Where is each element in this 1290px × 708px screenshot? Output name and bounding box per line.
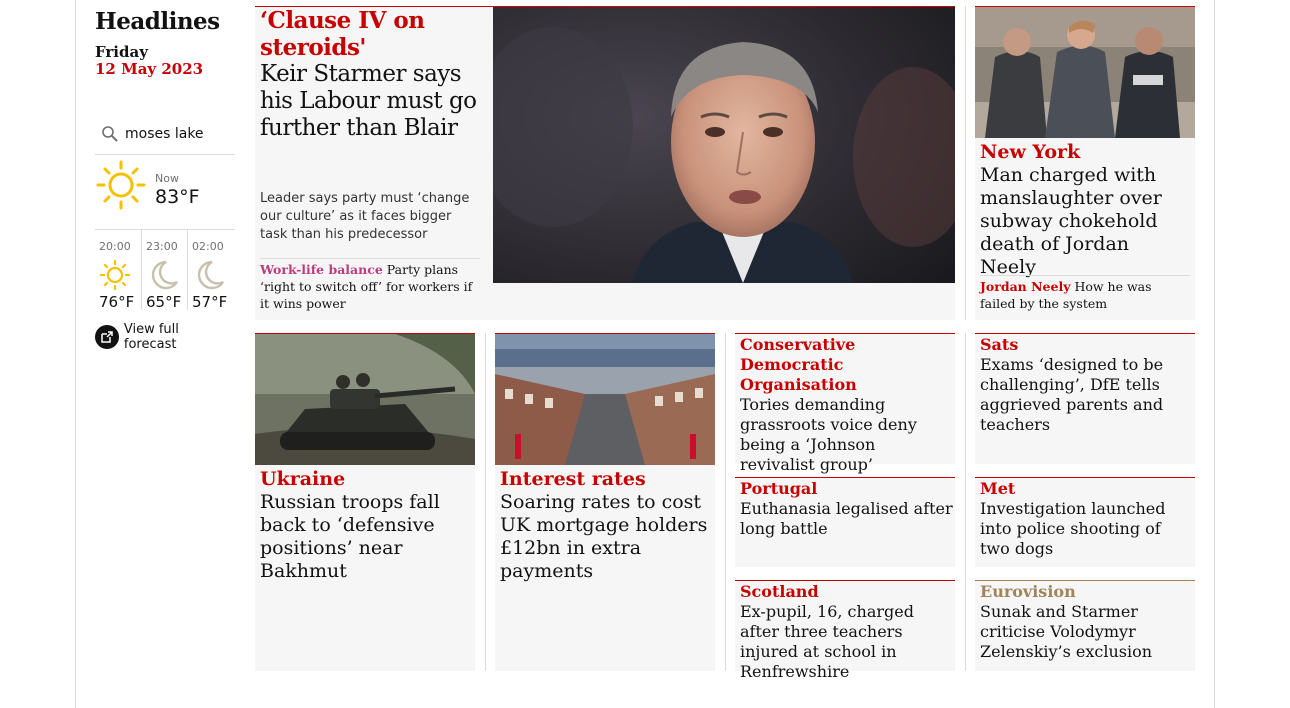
location-text: moses lake (125, 126, 204, 142)
story-headline[interactable]: Sunak and Starmer criticise Volodymyr Ze… (980, 602, 1195, 662)
starmer-photo[interactable] (493, 7, 955, 283)
story-kicker[interactable]: ‘Clause IV on steroids' (260, 7, 490, 61)
street-houses-photo[interactable] (495, 334, 715, 465)
story-headline[interactable]: Exams ‘designed to be challenging’, DfE … (980, 355, 1195, 435)
forecast-time: 23:00 (146, 240, 178, 253)
forecast-slot: 02:00 57°F (187, 230, 233, 311)
story-headline[interactable]: Russian troops fall back to ‘defensive p… (260, 491, 472, 583)
story-kicker[interactable]: Ukraine (260, 468, 472, 491)
story-kicker[interactable]: Interest rates (500, 468, 712, 491)
weather-now: Now 83°F (95, 154, 235, 230)
full-forecast-label: View full forecast (123, 322, 179, 352)
lead-story-card[interactable]: ‘Clause IV on steroids' Keir Starmer say… (255, 6, 955, 320)
story-card-scotland[interactable]: Scotland Ex-pupil, 16, charged after thr… (735, 580, 955, 681)
story-headline[interactable]: Soaring rates to cost UK mortgage holder… (500, 491, 712, 583)
forecast-temperature: 57°F (192, 293, 228, 311)
story-card-ukraine[interactable]: Ukraine Russian troops fall back to ‘def… (255, 333, 475, 671)
hourly-forecast: 20:00 76°F 23:00 65°F 02:00 57°F (95, 229, 235, 311)
story-headline[interactable]: Investigation launched into police shoot… (980, 499, 1195, 559)
column-divider (485, 333, 486, 671)
forecast-temperature: 65°F (146, 293, 182, 311)
moon-icon (197, 260, 225, 290)
external-link-icon (95, 325, 119, 349)
story-card-cdo[interactable]: Conservative Democratic Organisation Tor… (735, 333, 955, 474)
tank-photo[interactable] (255, 334, 475, 465)
new-york-photo[interactable] (975, 7, 1195, 138)
story-standfirst: Leader says party must ‘change our cultu… (260, 191, 470, 242)
story-kicker[interactable]: Eurovision (980, 582, 1195, 602)
story-kicker[interactable]: New York (980, 141, 1190, 164)
forecast-time: 02:00 (192, 240, 224, 253)
moon-icon (151, 260, 179, 290)
story-card-sats[interactable]: Sats Exams ‘designed to be challenging’,… (975, 333, 1195, 464)
now-label: Now (155, 172, 179, 185)
story-card-interest-rates[interactable]: Interest rates Soaring rates to cost UK … (495, 333, 715, 671)
now-temperature: 83°F (155, 186, 200, 208)
column-divider (965, 333, 966, 671)
related-story-link[interactable]: Work-life balance Party plans ‘right to … (260, 258, 480, 312)
related-kicker: Work-life balance (260, 262, 383, 277)
headlines-sidebar: Headlines Friday 12 May 2023 moses lake … (95, 8, 235, 352)
forecast-temperature: 76°F (99, 293, 135, 311)
story-kicker[interactable]: Met (980, 479, 1195, 499)
sun-icon (99, 259, 131, 291)
story-kicker[interactable]: Portugal (740, 479, 955, 499)
story-headline[interactable]: Tories demanding grassroots voice deny b… (740, 395, 955, 475)
sun-icon (96, 160, 146, 210)
story-kicker[interactable]: Conservative Democratic Organisation (740, 335, 955, 395)
forecast-time: 20:00 (99, 240, 131, 253)
story-kicker[interactable]: Scotland (740, 582, 955, 602)
weather-location-search[interactable]: moses lake (101, 125, 235, 143)
forecast-slot: 20:00 76°F (95, 230, 141, 311)
story-card-portugal[interactable]: Portugal Euthanasia legalised after long… (735, 477, 955, 567)
section-title: Headlines (95, 8, 220, 35)
story-headline[interactable]: Man charged with manslaughter over subwa… (980, 164, 1190, 279)
story-headline[interactable]: Ex-pupil, 16, charged after three teache… (740, 602, 955, 682)
column-divider (965, 6, 966, 320)
story-card-eurovision[interactable]: Eurovision Sunak and Starmer criticise V… (975, 580, 1195, 671)
day-label: Friday (95, 43, 148, 61)
story-card-new-york[interactable]: New York Man charged with manslaughter o… (975, 6, 1195, 320)
search-icon (102, 126, 118, 142)
column-divider (725, 333, 726, 671)
related-story-link[interactable]: Jordan Neely How he was failed by the sy… (980, 275, 1190, 312)
forecast-slot: 23:00 65°F (141, 230, 187, 311)
date-label: 12 May 2023 (95, 60, 204, 78)
view-full-forecast-link[interactable]: View full forecast (95, 322, 235, 352)
related-kicker: Jordan Neely (980, 279, 1071, 294)
story-headline[interactable]: Keir Starmer says his Labour must go fur… (260, 61, 490, 142)
story-card-met[interactable]: Met Investigation launched into police s… (975, 477, 1195, 567)
story-headline[interactable]: Euthanasia legalised after long battle (740, 499, 955, 539)
story-kicker[interactable]: Sats (980, 335, 1195, 355)
